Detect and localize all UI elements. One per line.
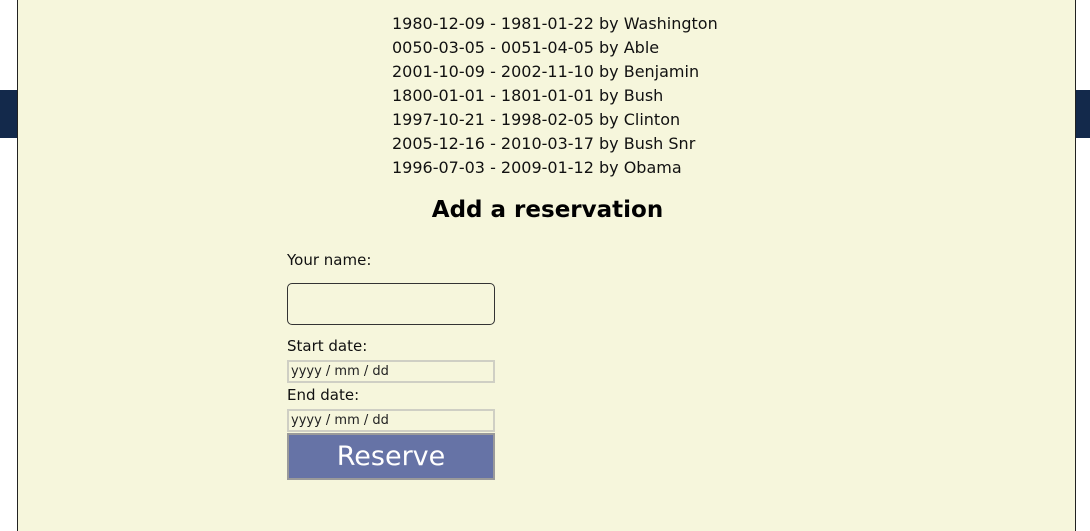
reservation-item: 2001-10-09 - 2002-11-10 by Benjamin <box>392 62 700 81</box>
reservation-item: 1997-10-21 - 1998-02-05 by Clinton <box>392 110 681 129</box>
end-date-label: End date: <box>287 386 360 404</box>
reservation-list: 1980-12-09 - 1981-01-22 by Washington 00… <box>392 0 718 180</box>
header-band-right <box>1076 90 1090 138</box>
reservation-item: 0050-03-05 - 0051-04-05 by Able <box>392 38 660 57</box>
reservation-item: 1996-07-03 - 2009-01-12 by Obama <box>392 158 682 177</box>
start-date-input[interactable]: yyyy / mm / dd <box>287 360 495 383</box>
end-date-input[interactable]: yyyy / mm / dd <box>287 409 495 432</box>
reservation-item-partial <box>392 0 718 12</box>
reservation-item: 1980-12-09 - 1981-01-22 by Washington <box>392 14 718 33</box>
main-panel: 1980-12-09 - 1981-01-22 by Washington 00… <box>17 0 1076 531</box>
header-band-left <box>0 90 18 138</box>
add-reservation-heading: Add a reservation <box>431 197 664 223</box>
name-input[interactable] <box>287 283 495 325</box>
name-label: Your name: <box>287 251 372 269</box>
reserve-button[interactable]: Reserve <box>287 433 495 480</box>
start-date-label: Start date: <box>287 337 368 355</box>
reservation-item: 1800-01-01 - 1801-01-01 by Bush <box>392 86 664 105</box>
reservation-item: 2005-12-16 - 2010-03-17 by Bush Snr <box>392 134 696 153</box>
